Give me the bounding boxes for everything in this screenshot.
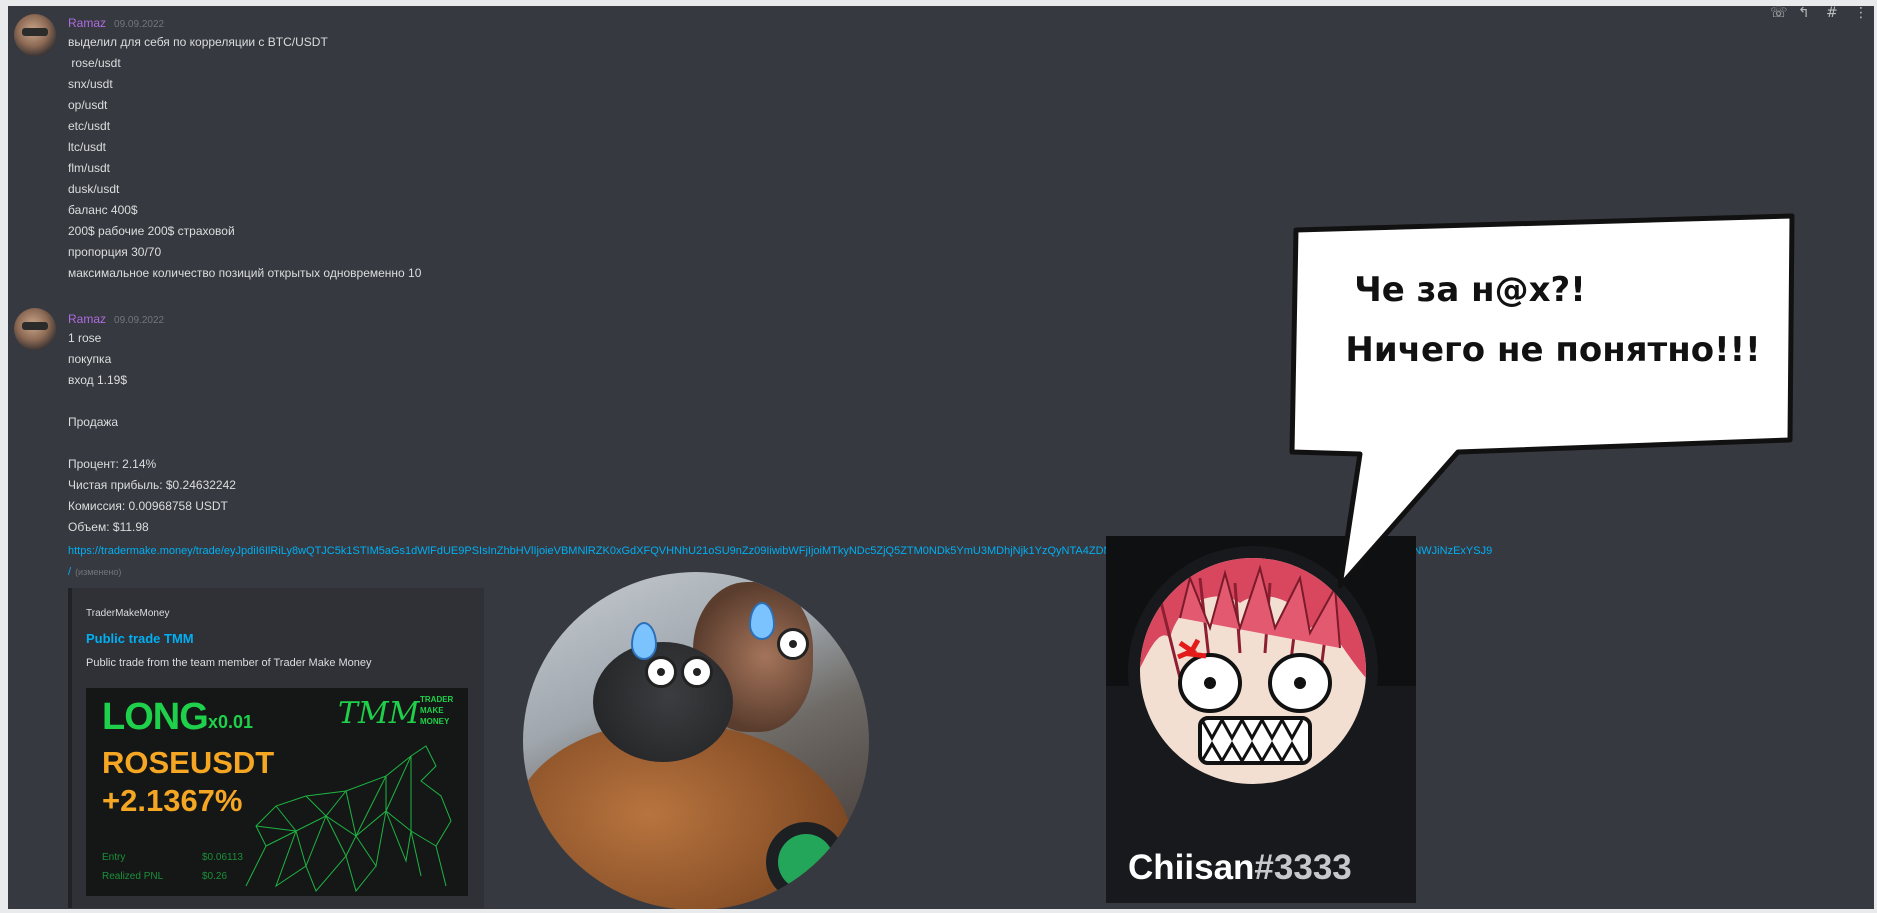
embed-provider[interactable]: TraderMakeMoney	[86, 608, 170, 619]
message-body: 1 rose покупка вход 1.19$ Продажа Процен…	[68, 328, 236, 538]
message-line: Комиссия: 0.00968758 USDT	[68, 499, 228, 513]
cartoon-eye-icon	[777, 628, 809, 660]
profile-discriminator: #3333	[1254, 848, 1352, 887]
trade-side: LONG	[102, 696, 209, 738]
message-header: Ramaz 09.09.2022	[68, 16, 164, 30]
message-line	[68, 433, 236, 454]
message-line: Объем: $11.98	[68, 520, 149, 534]
message-line: Чистая прибыль: $0.24632242	[68, 478, 236, 492]
tmm-logo: TMM	[338, 696, 420, 731]
trade-leverage: x0.01	[208, 712, 254, 732]
trade-card-image[interactable]: LONG x0.01 TMM TRADER MAKE MONEY ROSEUSD…	[86, 688, 468, 896]
message-line: максимальное количество позиций открытых…	[68, 266, 422, 280]
username[interactable]: Ramaz	[68, 312, 106, 326]
reply-icon[interactable]: ↰	[1798, 6, 1812, 20]
cartoon-eye-icon	[645, 656, 677, 688]
message-body: выделил для себя по корреляции с BTC/USD…	[68, 32, 328, 200]
trade-pair: ROSEUSDT	[102, 745, 275, 780]
message-line: баланс 400$	[68, 203, 138, 217]
profile-name: Chiisan	[1128, 848, 1255, 887]
username[interactable]: Ramaz	[68, 16, 106, 30]
message-toolbar: ☏ ↰ # ⋮	[1770, 6, 1868, 20]
speech-bubble-line: Ничего не понятно!!!	[1345, 330, 1761, 370]
online-status-icon	[766, 822, 846, 902]
brand-line: TRADER	[420, 695, 454, 704]
anime-face-drawing	[1140, 558, 1366, 765]
link-embed: TraderMakeMoney Public trade TMM Public …	[68, 588, 484, 908]
message-line: op/usdt	[68, 98, 108, 112]
message-line: выделил для себя по корреляции с BTC/USD…	[68, 35, 328, 49]
trade-link[interactable]: https://tradermake.money/trade/eyJpdiI6I…	[68, 545, 1848, 557]
more-icon[interactable]: ⋮	[1854, 6, 1868, 20]
sweat-drop-icon	[631, 622, 657, 660]
message-line: пропорция 30/70	[68, 245, 162, 259]
message-line	[68, 391, 236, 412]
entry-value: $0.06113	[202, 852, 243, 863]
avatar[interactable]	[14, 308, 56, 350]
message-line: rose/usdt	[68, 56, 121, 70]
edit-arrow-icon: /	[68, 566, 72, 578]
trade-percent: +2.1367%	[102, 783, 243, 818]
sweat-drop-icon	[749, 602, 775, 640]
brand-line: MAKE	[420, 706, 444, 715]
message-line: 200$ рабочие 200$ страховой	[68, 224, 235, 238]
profile-popout: Chiisan#3333	[1106, 536, 1416, 903]
embed-description: Public trade from the team member of Tra…	[86, 657, 372, 669]
brand-line: MONEY	[420, 717, 450, 726]
profile-username: Chiisan#3333	[1128, 848, 1352, 888]
message-line: etc/usdt	[68, 119, 111, 133]
message-line: ltc/usdt	[68, 140, 107, 154]
edited-label: (изменено)	[75, 567, 122, 577]
entry-label: Entry	[102, 852, 126, 863]
timestamp: 09.09.2022	[114, 19, 165, 30]
message-line: Продажа	[68, 415, 119, 429]
message-line: dusk/usdt	[68, 182, 120, 196]
avatar[interactable]	[14, 14, 56, 56]
phone-icon[interactable]: ☏	[1770, 6, 1788, 20]
hashtag-icon[interactable]: #	[1826, 6, 1840, 20]
pnl-value: $0.26	[202, 871, 228, 882]
tmm-brand: TRADER MAKE MONEY	[420, 694, 453, 727]
pnl-label: Realized PNL	[102, 871, 164, 882]
cartoon-eye-icon	[681, 656, 713, 688]
speech-bubble-line: Че за н@х?!	[1354, 270, 1586, 310]
user-photo-avatar[interactable]	[523, 572, 869, 909]
profile-avatar[interactable]	[1128, 546, 1378, 796]
message-line: вход 1.19$	[68, 373, 128, 387]
message-line: 1 rose	[68, 331, 102, 345]
message-body: баланс 400$ 200$ рабочие 200$ страховой …	[68, 200, 421, 284]
message-header: Ramaz 09.09.2022	[68, 312, 164, 326]
chat-area: ☏ ↰ # ⋮ Ramaz 09.09.2022 выделил для себ…	[8, 6, 1874, 909]
message-line: snx/usdt	[68, 77, 113, 91]
timestamp: 09.09.2022	[114, 315, 165, 326]
anime-face-icon	[1140, 558, 1366, 784]
edited-indicator: / (изменено)	[68, 566, 121, 578]
message-line: flm/usdt	[68, 161, 111, 175]
embed-title[interactable]: Public trade TMM	[86, 631, 194, 646]
message-line: Процент: 2.14%	[68, 457, 157, 471]
message-line: покупка	[68, 352, 112, 366]
